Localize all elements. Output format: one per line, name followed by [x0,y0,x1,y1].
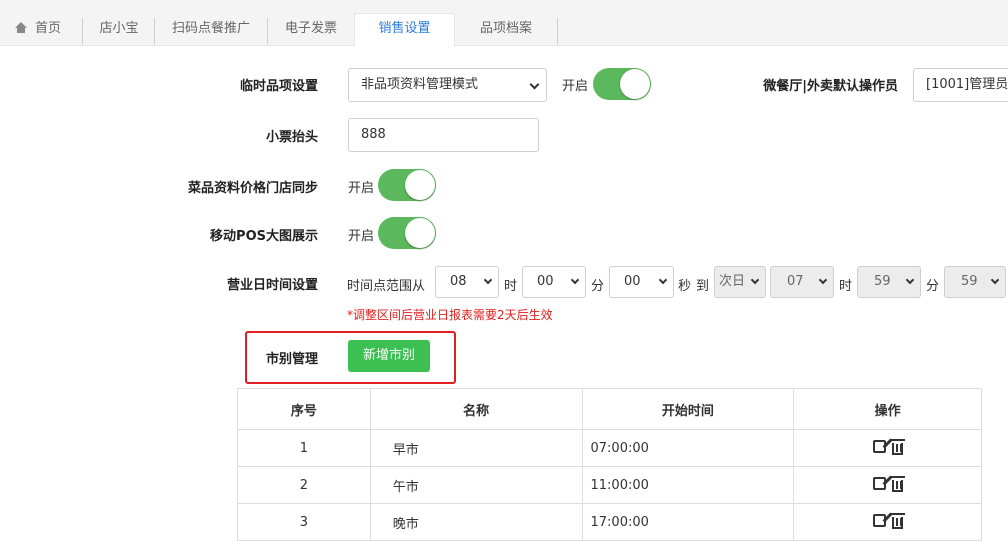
trash-icon[interactable] [889,438,905,455]
toggle-knob [405,170,435,200]
start-hour-select[interactable]: 08 [435,266,499,298]
tab-item-archive[interactable]: 品项档案 [456,14,556,46]
hour-unit-text: 时 [839,279,853,294]
tab-sales-settings[interactable]: 销售设置 [354,13,455,47]
toggle-knob [620,69,650,99]
tab-label: 首页 [34,21,61,36]
row-index: 3 [237,503,371,541]
chevron-down-icon [658,275,668,285]
row-actions [793,429,982,467]
row-index: 1 [237,429,371,467]
pos-large-image-toggle-text: 开启 [348,229,375,244]
market-label: 市别管理 [265,352,318,367]
price-sync-toggle[interactable] [378,169,436,201]
price-sync-label: 菜品资料价格门店同步 [187,181,318,196]
row-name: 早市 [369,429,583,467]
select-value: 00 [624,274,641,289]
table-header-row: 序号 名称 开始时间 操作 [237,388,982,430]
home-icon [14,22,27,33]
select-value: 07 [787,274,804,289]
tab-dianxiaobao[interactable]: 店小宝 [84,14,154,46]
pos-large-image-label: 移动POS大图展示 [210,229,318,244]
temp-item-mode-select[interactable]: 非品项资料管理模式 [348,68,547,102]
select-value: 59 [961,274,978,289]
add-market-button[interactable]: 新增市别 [348,340,430,372]
tab-divider [267,18,268,44]
chevron-down-icon [750,275,760,285]
column-header-index: 序号 [237,388,371,430]
table-row: 1 早市 07:00:00 [237,429,982,467]
edit-icon[interactable] [872,477,886,491]
tab-bar: 首页 店小宝 扫码点餐推广 电子发票 销售设置 品项档案 [0,0,1008,47]
select-value: 08 [450,274,467,289]
select-value: 59 [874,274,891,289]
select-value: 非品项资料管理模式 [361,77,479,92]
wechat-operator-field[interactable]: [1001]管理员 [913,68,1008,102]
market-table: 序号 名称 开始时间 操作 1 早市 07:00:00 2 午市 11:00:0… [237,388,982,541]
row-start-time: 11:00:00 [581,466,795,504]
select-value: 次日 [719,274,746,289]
row-name: 午市 [369,466,583,504]
trash-icon[interactable] [889,475,905,492]
chevron-down-icon [990,275,1000,285]
hour-unit-text: 时 [504,279,518,294]
row-start-time: 07:00:00 [581,429,795,467]
chevron-down-icon [570,275,580,285]
start-minute-select[interactable]: 00 [522,266,586,298]
tab-label: 店小宝 [99,21,139,36]
end-hour-select[interactable]: 07 [770,266,834,298]
start-second-select[interactable]: 00 [609,266,674,298]
price-sync-toggle-text: 开启 [348,181,375,196]
range-prefix-text: 时间点范围从 [347,279,426,294]
column-header-start-time: 开始时间 [581,388,795,430]
temp-item-label: 临时品项设置 [239,79,318,94]
business-day-hint: *调整区间后营业日报表需要2天后生效 [347,308,553,322]
edit-icon[interactable] [872,440,886,454]
tab-label: 品项档案 [479,21,532,36]
table-row: 3 晚市 17:00:00 [237,503,982,541]
column-header-actions: 操作 [793,388,982,430]
minute-unit-text: 分 [591,279,605,294]
row-name: 晚市 [369,503,583,541]
receipt-header-input[interactable]: 888 [348,118,539,152]
tab-divider [154,18,155,44]
field-value: 888 [361,127,386,142]
tab-label: 扫码点餐推广 [171,21,250,36]
tab-e-invoice[interactable]: 电子发票 [269,14,353,46]
toggle-knob [405,218,435,248]
minute-unit-text: 分 [926,279,940,294]
business-day-label: 营业日时间设置 [226,278,318,293]
end-minute-select[interactable]: 59 [857,266,921,298]
chevron-down-icon [529,79,540,90]
wechat-operator-label: 微餐厅|外卖默认操作员 [763,79,898,94]
chevron-down-icon [905,275,915,285]
edit-icon[interactable] [872,514,886,528]
tab-divider [557,18,558,44]
temp-item-toggle[interactable] [593,68,651,100]
temp-item-toggle-text: 开启 [562,79,589,94]
tab-scan-order-promo[interactable]: 扫码点餐推广 [156,14,266,46]
row-index: 2 [237,466,371,504]
second-unit-text: 秒 [678,279,692,294]
to-text: 到 [696,279,710,294]
row-actions [793,503,982,541]
column-header-name: 名称 [369,388,583,430]
row-start-time: 17:00:00 [581,503,795,541]
tab-divider [82,18,83,44]
field-value: [1001]管理员 [926,77,1008,92]
tab-label: 销售设置 [378,21,431,36]
row-actions [793,466,982,504]
select-value: 00 [537,274,554,289]
table-row: 2 午市 11:00:00 [237,466,982,504]
trash-icon[interactable] [889,512,905,529]
tab-label: 电子发票 [284,21,337,36]
pos-large-image-toggle[interactable] [378,217,436,249]
chevron-down-icon [483,275,493,285]
day-select[interactable]: 次日 [714,266,766,298]
end-second-select[interactable]: 59 [944,266,1006,298]
tab-home[interactable]: 首页 [8,14,68,46]
chevron-down-icon [818,275,828,285]
receipt-header-label: 小票抬头 [265,130,318,145]
